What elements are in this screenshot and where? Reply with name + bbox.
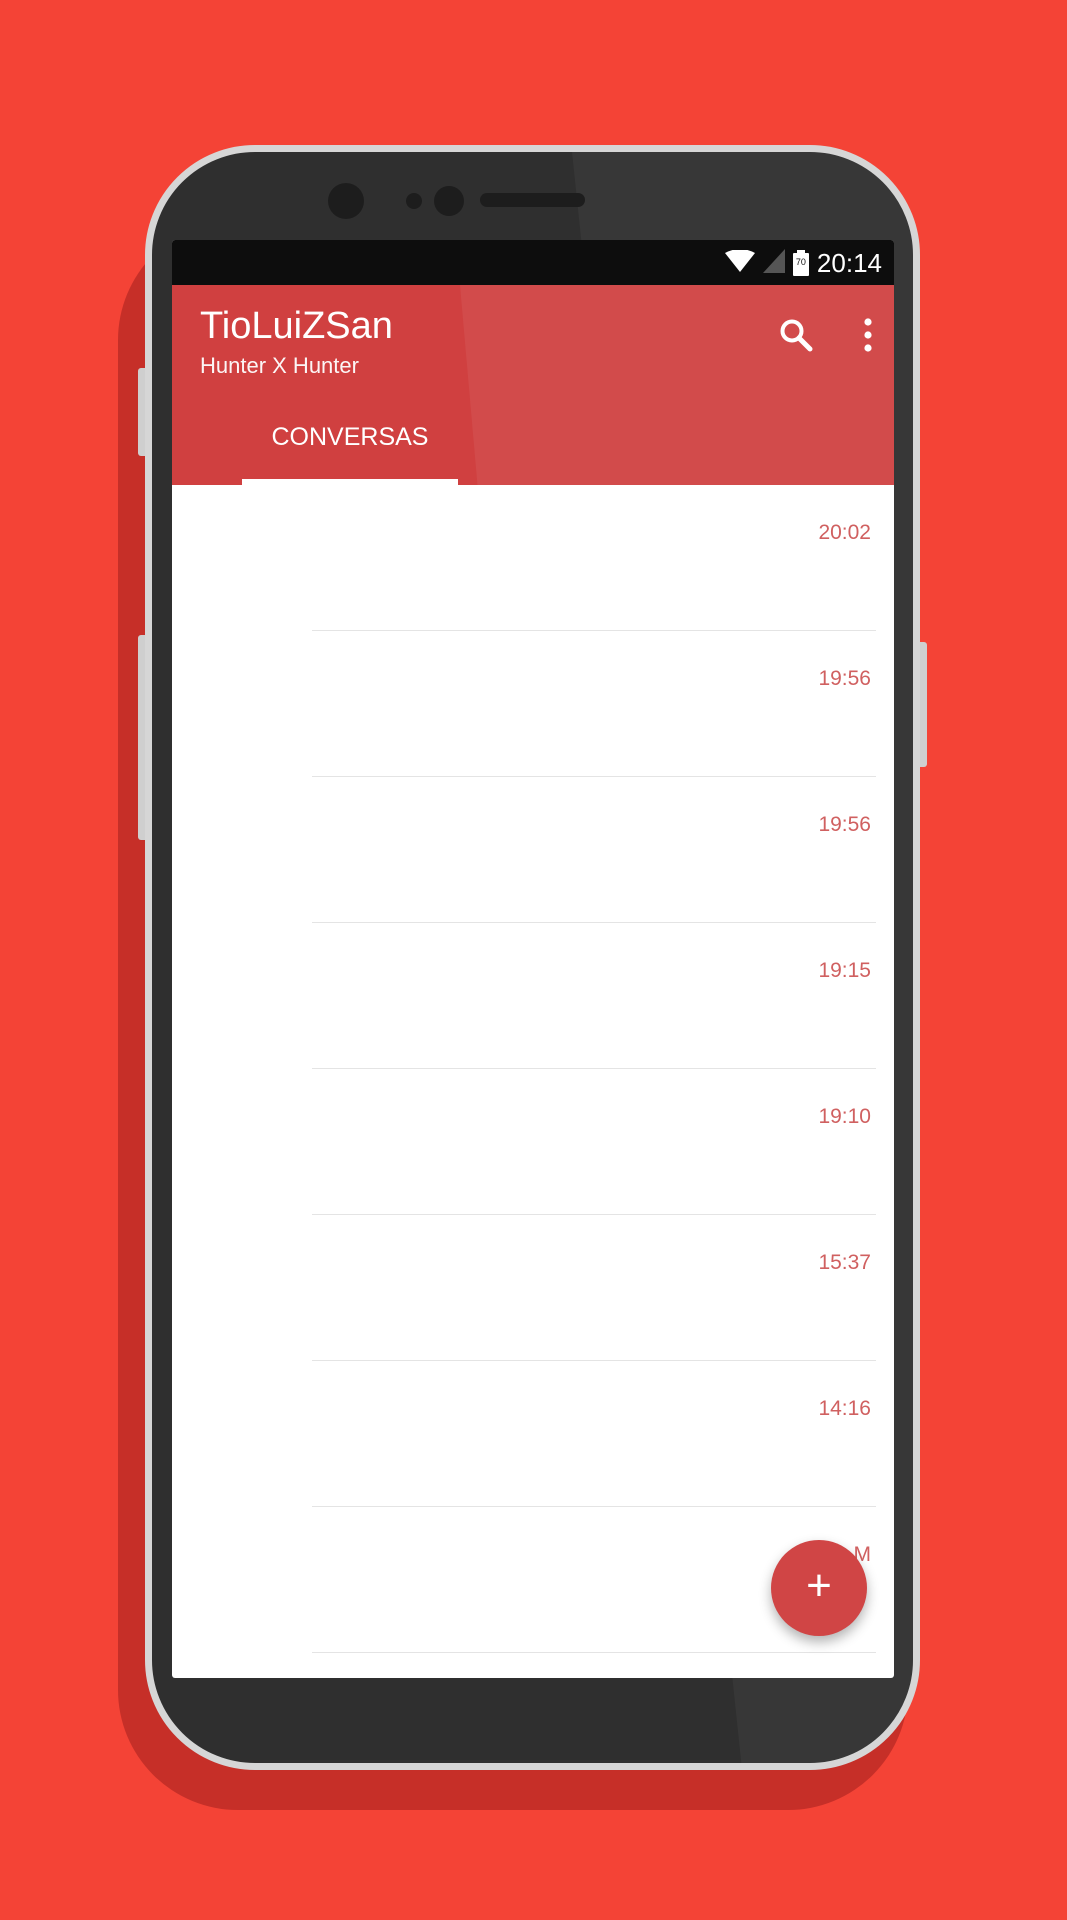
wifi-icon — [724, 248, 755, 277]
conversation-item[interactable]: 19:10 — [172, 1069, 894, 1215]
earpiece-speaker — [480, 193, 585, 207]
add-icon: + — [806, 1561, 832, 1610]
app-bar: TioLuiZSan Hunter X Hunter CONVERSAS — [172, 285, 894, 485]
search-icon — [779, 318, 813, 357]
new-conversation-button[interactable]: + — [771, 1540, 867, 1636]
conversation-time: 20:02 — [818, 521, 871, 544]
conversation-time: 15:37 — [818, 1251, 871, 1274]
conversation-item[interactable]: 14:16 — [172, 1361, 894, 1507]
overflow-menu-button[interactable] — [842, 311, 894, 363]
app-bar-sheen — [460, 285, 894, 485]
tab-conversas[interactable]: CONVERSAS — [242, 415, 458, 485]
divider — [312, 1652, 876, 1653]
tab-label: CONVERSAS — [271, 423, 429, 451]
status-time: 20:14 — [816, 247, 882, 278]
app-subtitle: Hunter X Hunter — [200, 353, 359, 378]
conversation-time: 19:10 — [818, 1105, 871, 1128]
battery-level-text: 70 — [795, 257, 806, 267]
proximity-sensor — [406, 193, 422, 209]
conversation-time: 19:15 — [818, 959, 871, 982]
conversation-time: 14:16 — [818, 1397, 871, 1420]
conversation-item[interactable]: 19:56 — [172, 631, 894, 777]
status-bar: 70 20:14 — [172, 240, 894, 285]
cell-signal-icon — [762, 248, 785, 278]
more-vert-icon — [863, 317, 873, 357]
phone-screen: 70 20:14 TioLuiZSan Hunter X Hunter CONV… — [172, 240, 894, 1678]
search-button[interactable] — [770, 311, 822, 363]
conversation-item[interactable]: 19:15 — [172, 923, 894, 1069]
conversation-item[interactable]: 15:37 — [172, 1215, 894, 1361]
status-icons: 70 20:14 — [724, 246, 882, 280]
battery-icon: 70 — [792, 250, 809, 276]
conversation-time: 19:56 — [818, 813, 871, 836]
app-title: TioLuiZSan — [200, 305, 393, 347]
front-camera — [328, 183, 364, 219]
sensor-lens — [434, 186, 464, 216]
conversation-item[interactable]: 19:56 — [172, 777, 894, 923]
conversation-time: 19:56 — [818, 667, 871, 690]
conversation-item[interactable]: 20:02 — [172, 485, 894, 631]
